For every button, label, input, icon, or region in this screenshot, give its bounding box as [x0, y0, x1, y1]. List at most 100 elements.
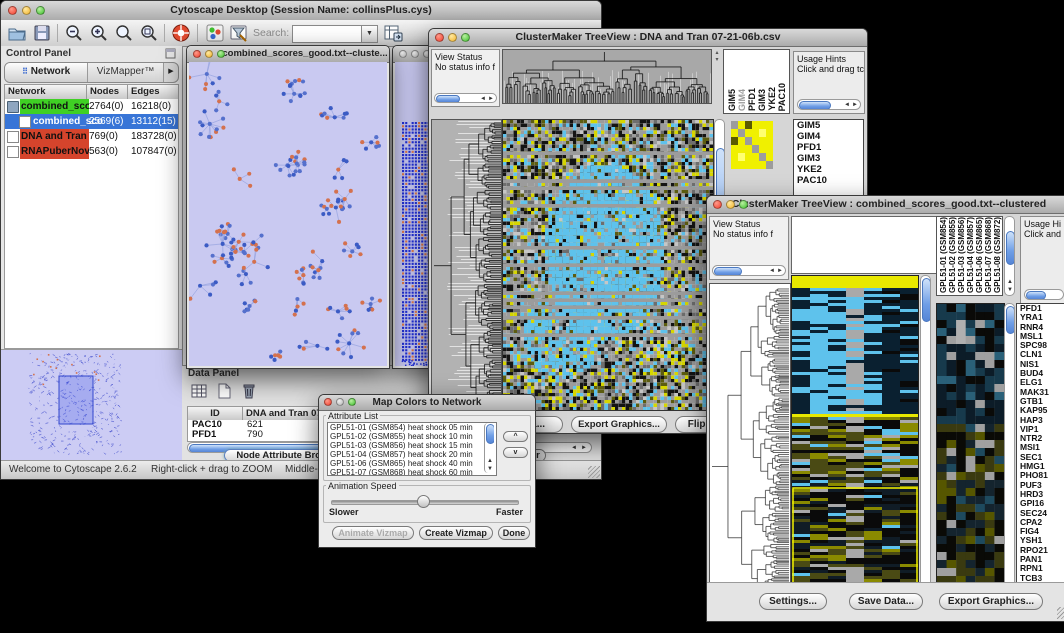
move-up-button[interactable]: ^ — [503, 431, 528, 442]
tv1-row-dendrogram[interactable] — [431, 119, 502, 411]
tv2-zoom-heatmap[interactable] — [936, 303, 1005, 601]
minimize-button[interactable] — [448, 33, 457, 42]
scroll-down-arrow[interactable]: ▼ — [487, 466, 493, 472]
tv2-column-dendrogram-area[interactable] — [791, 216, 937, 274]
gene-label[interactable]: GIM3 — [794, 153, 863, 164]
import-table-icon[interactable] — [383, 23, 403, 43]
open-folder-icon[interactable] — [7, 23, 27, 43]
scroll-up-arrow[interactable]: ▲ — [1007, 279, 1013, 285]
tv2-genelist-vscrollbar[interactable]: ▲ ▼ — [1004, 303, 1015, 601]
close-button[interactable] — [435, 33, 444, 42]
minimize-button[interactable] — [336, 398, 344, 406]
col-header-network[interactable]: Network — [5, 85, 87, 99]
speed-slider-thumb[interactable] — [417, 495, 430, 508]
scroll-right-arrow[interactable]: ► — [581, 445, 587, 451]
tv2-export-graphics-button[interactable]: Export Graphics... — [939, 593, 1043, 610]
attribute-item[interactable]: GPL51-01 (GSM854) heat shock 05 min — [328, 423, 496, 432]
search-input[interactable] — [292, 25, 366, 43]
tv2-gene-list[interactable]: PFD1YRA1RNR4MSL1SPC98CLN1NIS1BUD4ELG1MAK… — [1016, 303, 1064, 601]
scroll-down-arrow[interactable]: ▼ — [1007, 287, 1013, 293]
tv2-save-data-button[interactable]: Save Data... — [849, 593, 923, 610]
col-header-edges[interactable]: Edges — [128, 85, 178, 99]
tv1-summary-heatmap[interactable] — [731, 121, 773, 169]
scroll-right-arrow[interactable]: ► — [488, 96, 494, 102]
minimize-button[interactable] — [726, 200, 735, 209]
close-button[interactable] — [399, 50, 407, 58]
treeview1-titlebar[interactable]: ClusterMaker TreeView : DNA and Tran 07-… — [429, 29, 867, 47]
minimize-button[interactable] — [411, 50, 419, 58]
window-resize-grip[interactable] — [588, 466, 600, 478]
scroll-right-arrow[interactable]: ► — [777, 268, 783, 274]
close-button[interactable] — [324, 398, 332, 406]
gene-label[interactable]: PAC10 — [794, 175, 863, 186]
dialog-titlebar[interactable]: Map Colors to Network — [319, 395, 535, 411]
move-down-button[interactable]: v — [503, 447, 528, 458]
scroll-right-arrow[interactable]: ► — [852, 102, 858, 108]
filter-edit-icon[interactable] — [229, 23, 249, 43]
network-row[interactable]: combined_sco2569(6)13112(15) — [5, 114, 178, 129]
zoom-window-button[interactable] — [36, 6, 45, 15]
gene-label[interactable]: GIM5 — [794, 120, 863, 131]
attribute-item[interactable]: GPL51-03 (GSM856) heat shock 15 min — [328, 441, 496, 450]
zoom-window-button[interactable] — [461, 33, 470, 42]
network-window-titlebar[interactable]: combined_scores_good.txt--cluste... — [187, 46, 389, 63]
gene-label[interactable]: PFD1 — [794, 142, 863, 153]
vizmapper-icon[interactable] — [205, 23, 225, 43]
tab-overflow-arrow[interactable]: ▶ — [163, 63, 178, 82]
close-button[interactable] — [193, 50, 201, 58]
attribute-list-vscrollbar[interactable]: ▲ ▼ — [484, 423, 494, 473]
tv2-heatmap[interactable] — [791, 275, 919, 601]
scroll-left-arrow[interactable]: ◄ — [480, 96, 486, 102]
tv1-usage-hscrollbar[interactable]: ◄ ► — [797, 99, 861, 110]
window-resize-grip[interactable] — [1057, 607, 1064, 619]
treeview2-titlebar[interactable]: ClusterMaker TreeView : combined_scores_… — [707, 196, 1064, 214]
scroll-left-arrow[interactable]: ◄ — [571, 445, 577, 451]
attribute-item[interactable]: GPL51-04 (GSM857) heat shock 20 min — [328, 450, 496, 459]
tv1-heatmap[interactable] — [502, 119, 714, 411]
attribute-item[interactable]: GPL51-07 (GSM868) heat shock 60 min — [328, 468, 496, 476]
tv2-collabel-vscrollbar[interactable]: ▲ ▼ — [1004, 216, 1015, 296]
tv2-status-hscrollbar[interactable]: ◄ ► — [712, 265, 786, 276]
tv2-heatmap-vscrollbar[interactable]: ▲ ▼ — [920, 275, 931, 601]
gene-label[interactable]: GIM4 — [794, 131, 863, 142]
zoom-window-button[interactable] — [739, 200, 748, 209]
scroll-left-arrow[interactable]: ◄ — [769, 268, 775, 274]
save-icon[interactable] — [32, 23, 52, 43]
tv1-dendro-arrows[interactable]: ▴▾ — [713, 49, 721, 102]
close-button[interactable] — [8, 6, 17, 15]
zoom-in-icon[interactable] — [89, 23, 109, 43]
create-vizmap-button[interactable]: Create Vizmap — [419, 526, 493, 540]
search-dropdown-button[interactable]: ▼ — [361, 25, 378, 43]
zoom-selected-icon[interactable] — [139, 23, 159, 43]
animate-vizmap-button[interactable]: Animate Vizmap — [332, 526, 414, 540]
tab-vizmapper[interactable]: VizMapper™ — [88, 63, 163, 82]
network-row[interactable]: DNA and Tran 07769(0)183728(0) — [5, 129, 178, 144]
tv2-usage-hscrollbar[interactable] — [1024, 289, 1064, 300]
scroll-up-arrow[interactable]: ▲ — [487, 458, 493, 464]
minimize-button[interactable] — [22, 6, 31, 15]
new-file-icon[interactable] — [215, 382, 233, 400]
attribute-item[interactable]: GPL51-06 (GSM865) heat shock 40 min — [328, 459, 496, 468]
close-button[interactable] — [713, 200, 722, 209]
zoom-out-icon[interactable] — [64, 23, 84, 43]
network-canvas[interactable] — [189, 62, 387, 366]
trash-icon[interactable] — [240, 381, 258, 400]
tv1-status-hscrollbar[interactable]: ◄ ► — [434, 93, 497, 103]
minimize-button[interactable] — [205, 50, 213, 58]
zoom-window-button[interactable] — [348, 398, 356, 406]
main-titlebar[interactable]: Cytoscape Desktop (Session Name: collins… — [1, 1, 601, 21]
scroll-left-arrow[interactable]: ◄ — [844, 102, 850, 108]
gene-label[interactable]: YKE2 — [794, 164, 863, 175]
tab-network[interactable]: ⠿ Network — [5, 63, 88, 82]
float-panel-icon[interactable] — [165, 48, 176, 59]
tv1-export-graphics-button[interactable]: Export Graphics... — [571, 416, 667, 433]
birdseye-view[interactable] — [1, 349, 182, 461]
network-row[interactable]: RNAPuberNov2+|563(0)107847(0) — [5, 144, 178, 159]
tv2-row-dendrogram[interactable] — [709, 283, 791, 601]
col-header-nodes[interactable]: Nodes — [87, 85, 128, 99]
network-row[interactable]: combined_scores_2764(0)16218(0) — [5, 99, 178, 114]
attribute-listbox[interactable]: GPL51-01 (GSM854) heat shock 05 min GPL51… — [327, 422, 497, 476]
help-lifering-icon[interactable] — [171, 23, 191, 43]
tv1-column-dendrogram[interactable] — [502, 49, 712, 104]
zoom-window-button[interactable] — [217, 50, 225, 58]
